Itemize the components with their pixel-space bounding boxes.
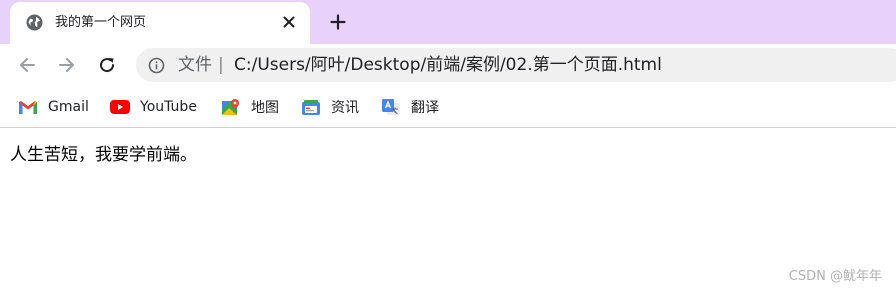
bookmark-gmail[interactable]: Gmail	[18, 96, 89, 118]
back-button[interactable]	[13, 51, 41, 79]
news-icon	[301, 98, 321, 116]
bookmark-label: YouTube	[140, 99, 197, 115]
new-tab-button[interactable]	[324, 8, 352, 36]
globe-icon	[26, 14, 43, 31]
close-icon[interactable]	[278, 11, 300, 33]
security-separator: |	[218, 55, 224, 75]
plus-icon	[330, 14, 346, 30]
youtube-icon	[110, 98, 130, 116]
bookmark-youtube[interactable]: YouTube	[110, 96, 197, 118]
security-label: 文件	[178, 55, 212, 75]
browser-toolbar: 文件 | C:/Users/阿叶/Desktop/前端/案例/02.第一个页面.…	[0, 44, 896, 86]
tab-title: 我的第一个网页	[55, 15, 147, 30]
address-bar[interactable]: 文件 | C:/Users/阿叶/Desktop/前端/案例/02.第一个页面.…	[136, 48, 896, 82]
url-text[interactable]: C:/Users/阿叶/Desktop/前端/案例/02.第一个页面.html	[234, 55, 662, 75]
bookmark-maps[interactable]: 地图	[221, 96, 279, 118]
reload-icon	[100, 58, 115, 73]
info-icon[interactable]	[148, 57, 165, 74]
page-body-text: 人生苦短，我要学前端。	[10, 145, 197, 165]
bookmark-translate[interactable]: 翻译	[381, 96, 439, 118]
gmail-icon	[18, 98, 38, 116]
watermark: CSDN @鱿年年	[788, 269, 882, 284]
arrow-left-icon	[20, 58, 35, 72]
arrow-right-icon	[59, 58, 74, 72]
bookmark-news[interactable]: 资讯	[301, 96, 359, 118]
forward-button[interactable]	[53, 51, 81, 79]
tab-strip: 我的第一个网页	[0, 0, 896, 44]
bookmarks-bar: Gmail YouTube 地图 资讯 翻译	[0, 86, 896, 128]
bookmark-label: Gmail	[48, 99, 89, 115]
maps-icon	[221, 98, 241, 116]
bookmark-label: 地图	[251, 100, 279, 116]
bookmark-label: 翻译	[411, 100, 439, 116]
bookmark-label: 资讯	[331, 100, 359, 116]
reload-button[interactable]	[93, 51, 121, 79]
translate-icon	[381, 98, 401, 116]
active-tab[interactable]: 我的第一个网页	[10, 2, 310, 44]
